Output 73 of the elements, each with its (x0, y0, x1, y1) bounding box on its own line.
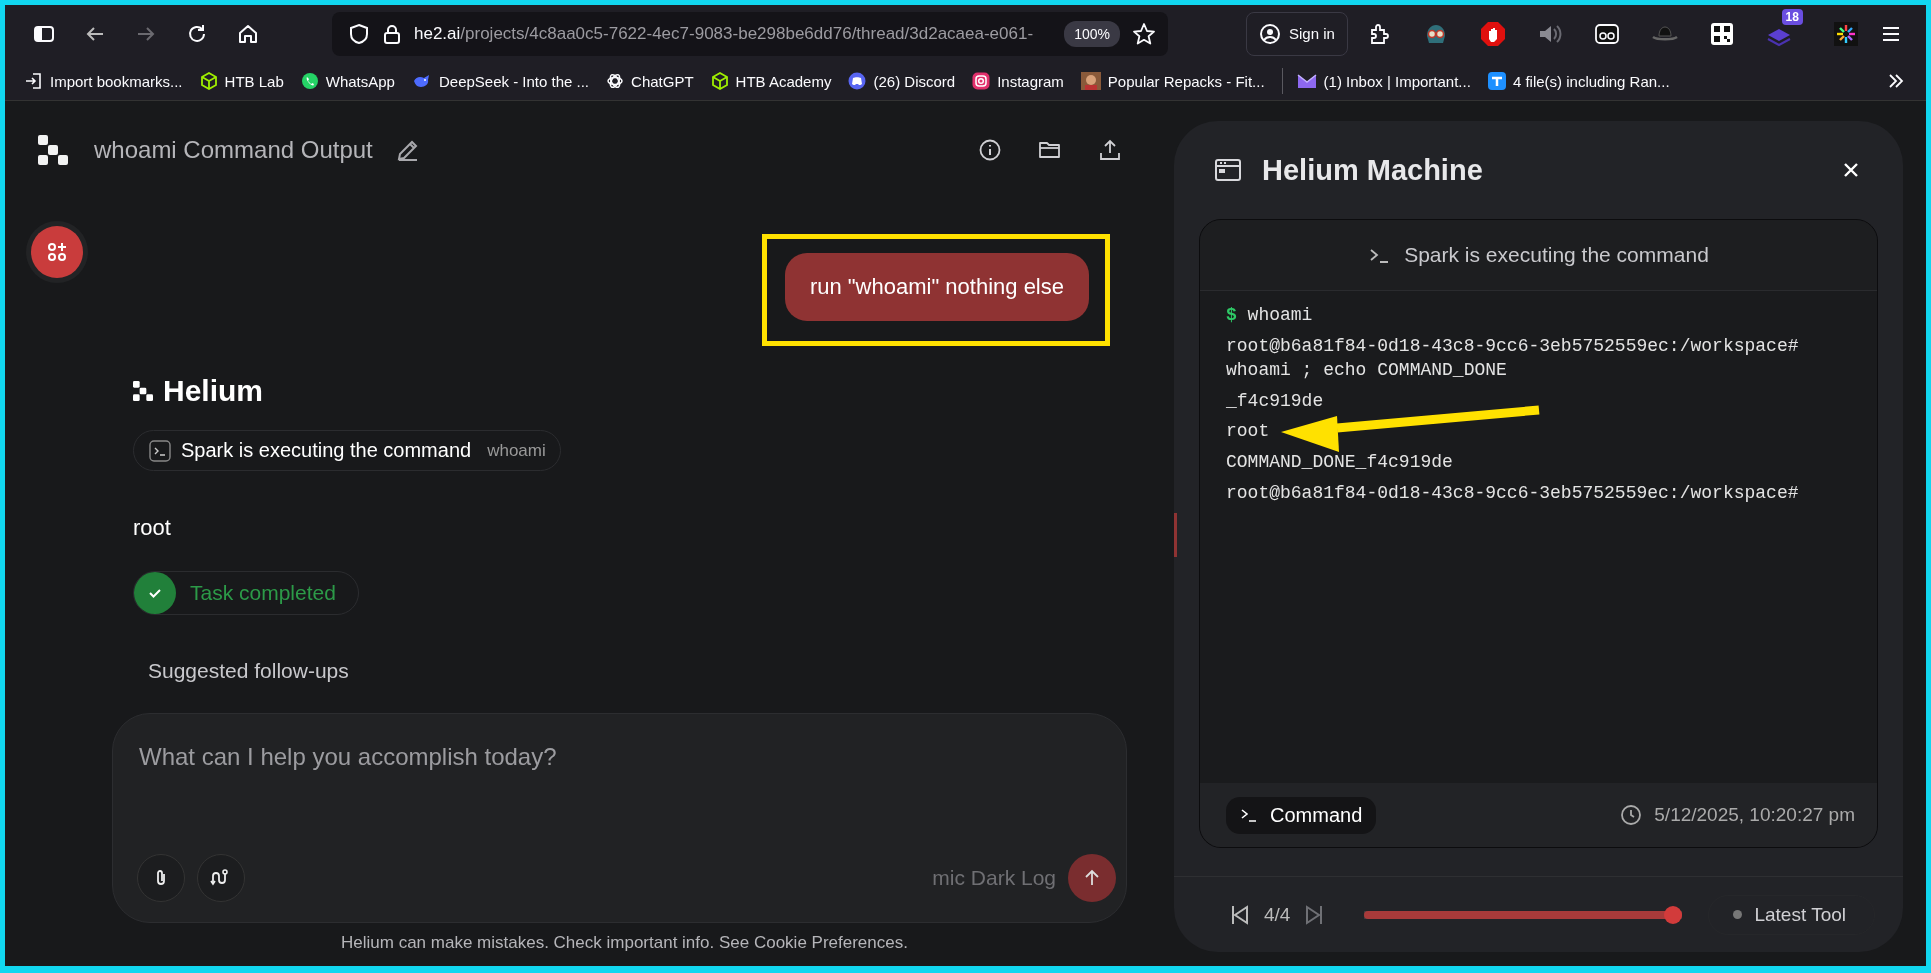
terminal-line: root@b6a81f84-0d18-43c8-9cc6-3eb5752559ec:/workspace# (1226, 481, 1800, 505)
resize-handle[interactable] (1174, 513, 1177, 557)
terminal-line: _f4c919de (1226, 389, 1325, 413)
thread-title: whoami Command Output (94, 136, 373, 164)
home-icon[interactable] (237, 22, 259, 45)
phone-bubble-icon (300, 72, 319, 90)
section-heading: Suggested follow-ups (147, 659, 350, 683)
bookmark-star-icon[interactable] (1132, 21, 1156, 46)
terminal-icon (149, 439, 171, 462)
thumbnail-icon (1080, 72, 1101, 90)
step-counter: 4/4 (1264, 903, 1291, 926)
send-button[interactable] (1068, 854, 1116, 902)
address-bar[interactable]: he2.ai/projects/4c8aa0c5-7622-4ec7-9083-be298be6dd76/thread/3d2acaea-e061- 100% (332, 11, 1168, 56)
transfer-icon (1487, 72, 1506, 90)
apps-icon (46, 241, 68, 263)
info-icon[interactable] (978, 138, 1002, 162)
message-input[interactable]: What can I help you accomplish today? (137, 742, 841, 772)
knot-icon (606, 72, 625, 90)
bookmark-link[interactable]: 4 file(s) including Ran... (1487, 72, 1670, 90)
bookmark-link[interactable]: (26) Discord (848, 72, 956, 90)
disclaimer-text: Helium can make mistakes. Check important info. See Cookie Preferences. (340, 933, 909, 953)
terminal-line: root (1226, 420, 1271, 444)
bookmark-link[interactable]: Import bookmarks... (25, 72, 183, 90)
terminal-header: Spark is executing the command (1404, 243, 1709, 267)
assistant-name: Helium (163, 374, 264, 408)
mail-icon (1296, 72, 1317, 90)
sign-in-button[interactable]: Sign in (1246, 11, 1348, 56)
bookmark-link[interactable]: HTB Academy (710, 72, 832, 90)
bookmark-link[interactable]: Instagram (972, 72, 1064, 90)
terminal-line: root@b6a81f84-0d18-43c8-9cc6-3eb5752559ec:/workspace# whoami ; echo COMMAND_DONE (1226, 334, 1800, 383)
bookmark-link[interactable]: HTB Lab (199, 72, 284, 90)
skip-back-icon[interactable] (1230, 903, 1250, 926)
shield-icon[interactable] (348, 22, 370, 45)
terminal-line: $ whoami (1226, 304, 1314, 327)
camera-icon (972, 72, 991, 90)
import-icon (25, 72, 43, 90)
prompt-icon (1240, 807, 1258, 823)
tool-type-pill: Command (1226, 796, 1377, 834)
lock-icon[interactable] (382, 22, 402, 45)
cube-icon (199, 72, 218, 90)
slider-thumb[interactable] (1664, 905, 1683, 924)
composer-label: mic Dark Log (932, 866, 1056, 890)
url-text: he2.ai/projects/4c8aa0c5-7622-4ec7-9083-be298be6dd76/thread/3d2acaea-e061- (414, 23, 1035, 44)
bookmark-link[interactable]: ChatGPT (606, 72, 694, 90)
timestamp: 5/12/2025, 10:20:27 pm (1654, 804, 1855, 826)
route-button[interactable] (197, 854, 245, 902)
clock-icon (1620, 804, 1643, 826)
panel-title: Helium Machine (1262, 153, 1483, 187)
attach-button[interactable] (137, 854, 185, 902)
zoom-badge[interactable]: 100% (1064, 20, 1120, 47)
notification-badge: 18 (1781, 8, 1803, 25)
account-icon (1259, 22, 1281, 45)
bookmark-link[interactable]: WhatsApp (300, 72, 395, 90)
bookmark-link[interactable]: Popular Repacks - Fit... (1080, 72, 1265, 90)
stack-extension[interactable]: 18 (1764, 8, 1803, 47)
helium-logo-icon (133, 381, 153, 401)
burst-icon[interactable] (1833, 21, 1858, 46)
user-message: run "whoami" nothing else (784, 253, 1089, 321)
terminal-line: COMMAND_DONE_f4c919de (1226, 450, 1454, 474)
stop-hand-icon[interactable] (1479, 20, 1506, 47)
helium-logo-icon[interactable] (38, 135, 68, 165)
qr-code-icon[interactable] (1709, 21, 1734, 46)
bookmark-link[interactable]: DeepSeek - Into the ... (411, 72, 590, 90)
prompt-icon (1368, 246, 1391, 264)
reload-icon[interactable] (186, 22, 208, 45)
discord-icon (848, 72, 867, 90)
upload-icon[interactable] (1098, 138, 1122, 162)
result-text: root (133, 515, 172, 541)
window-icon (1214, 157, 1242, 183)
cube-icon (710, 72, 729, 90)
bookmark-link[interactable]: (1) Inbox | Important... (1296, 72, 1471, 90)
cassette-icon[interactable] (1593, 21, 1620, 46)
whale-icon (411, 72, 432, 90)
